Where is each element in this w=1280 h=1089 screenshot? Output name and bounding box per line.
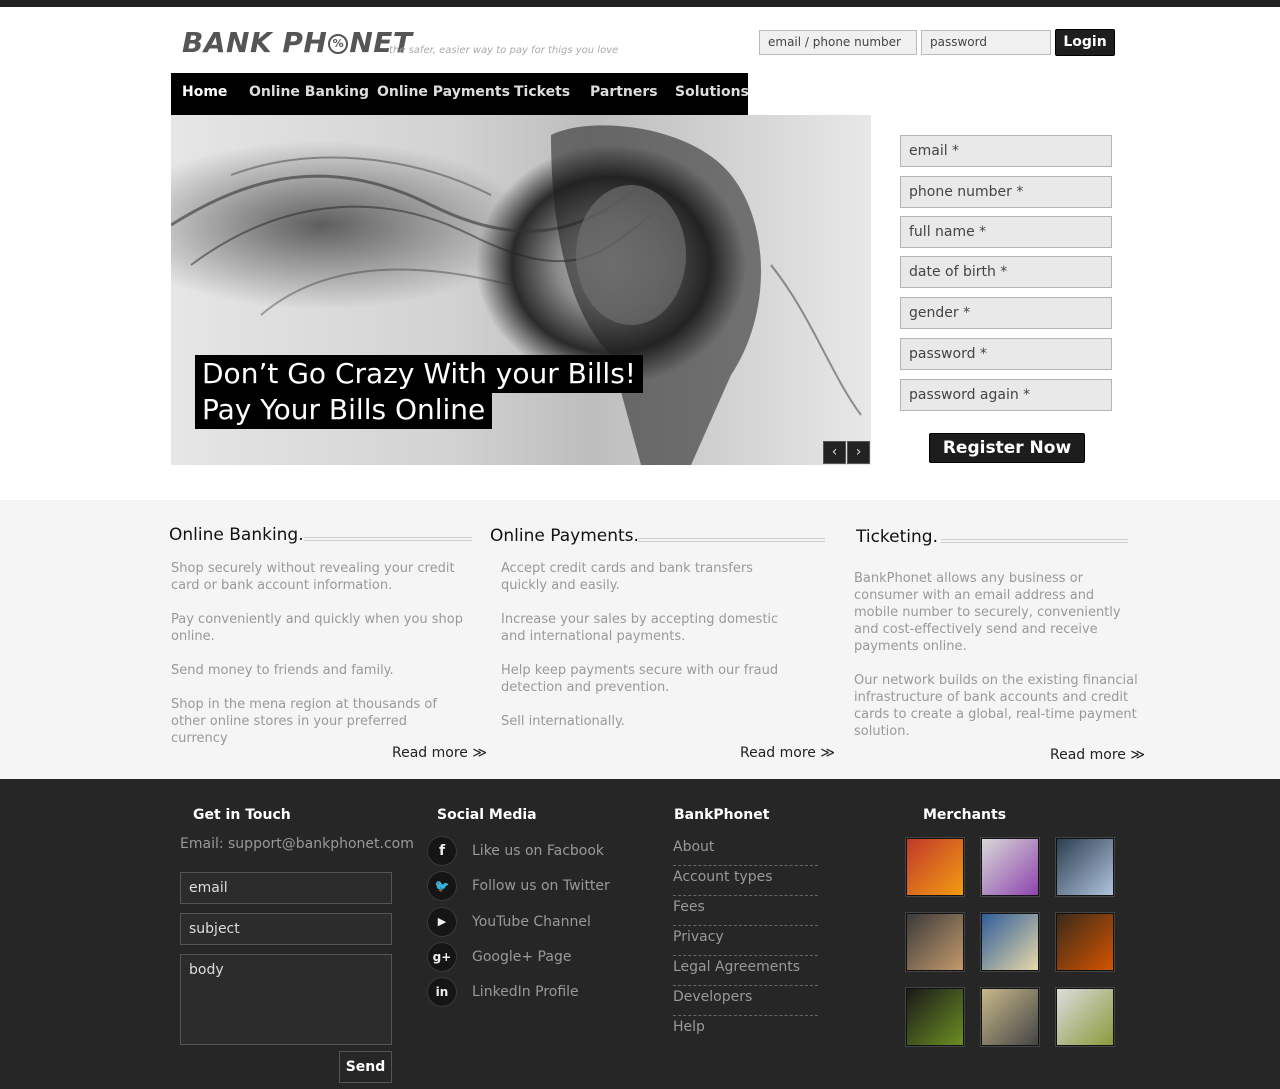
register-fullname-field[interactable]: full name * xyxy=(900,216,1112,248)
feature-paragraph: Our network builds on the existing finan… xyxy=(854,673,1138,739)
main-nav: Home Online Banking Online Payments Tick… xyxy=(171,73,749,115)
merchant-thumbnail[interactable] xyxy=(981,913,1039,971)
logo-text-start: BANK PH xyxy=(182,26,328,59)
footer-link-legal-agreements[interactable]: Legal Agreements xyxy=(673,956,818,986)
nav-item-online-banking[interactable]: Online Banking xyxy=(249,84,369,100)
feature-paragraph: Shop securely without revealing your cre… xyxy=(171,561,455,593)
social-label: LinkedIn Profile xyxy=(472,984,579,1000)
top-bar xyxy=(0,0,1280,7)
social-item-googleplus[interactable]: g+ Google+ Page xyxy=(427,942,571,972)
read-more-ticketing-link[interactable]: Read more ≫ xyxy=(1050,747,1145,763)
social-item-youtube[interactable]: ▶ YouTube Channel xyxy=(427,907,591,937)
merchant-thumbnail[interactable] xyxy=(981,838,1039,896)
contact-body-field[interactable]: body xyxy=(180,954,392,1045)
social-label: Google+ Page xyxy=(472,949,572,965)
merchant-thumbnail[interactable] xyxy=(1056,913,1114,971)
feature-paragraph: Accept credit cards and bank transfers q… xyxy=(501,561,753,593)
register-password-field[interactable]: password * xyxy=(900,338,1112,370)
feature-title-ticketing: Ticketing. xyxy=(856,527,938,547)
googleplus-icon: g+ xyxy=(427,942,457,972)
register-gender-field[interactable]: gender * xyxy=(900,297,1112,329)
twitter-icon: 🐦 xyxy=(427,871,457,901)
feature-text-banking: Shop securely without revealing your cre… xyxy=(171,560,466,764)
feature-paragraph: Increase your sales by accepting domesti… xyxy=(501,612,779,644)
slider-next-button[interactable]: › xyxy=(847,441,870,464)
register-email-field[interactable]: email * xyxy=(900,135,1112,167)
linkedin-icon: in xyxy=(427,977,457,1007)
feature-text-payments: Accept credit cards and bank transfers q… xyxy=(501,560,801,747)
footer-company-title: BankPhonet xyxy=(674,807,770,823)
social-item-facebook[interactable]: f Like us on Facbook xyxy=(427,836,604,866)
feature-divider xyxy=(941,539,1128,543)
feature-paragraph: Sell internationally. xyxy=(501,714,625,729)
footer-contact-title: Get in Touch xyxy=(193,807,291,823)
contact-subject-field[interactable]: subject xyxy=(180,913,392,945)
feature-paragraph: Send money to friends and family. xyxy=(171,663,394,678)
merchant-thumbnail[interactable] xyxy=(906,988,964,1046)
logo[interactable]: BANK PH% NET xyxy=(182,26,413,59)
nav-item-solutions[interactable]: Solutions xyxy=(675,84,749,100)
footer-link-fees[interactable]: Fees xyxy=(673,896,818,926)
tagline: the safer, easier way to pay for thigs y… xyxy=(389,45,619,56)
contact-send-button[interactable]: Send xyxy=(339,1051,392,1083)
feature-text-ticketing: BankPhonet allows any business or consum… xyxy=(854,570,1139,757)
hero-caption-line2: Pay Your Bills Online xyxy=(195,391,493,429)
footer-social-title: Social Media xyxy=(437,807,537,823)
contact-email-field[interactable]: email xyxy=(180,872,392,904)
feature-paragraph: Pay conveniently and quickly when you sh… xyxy=(171,612,463,644)
footer-link-account-types[interactable]: Account types xyxy=(673,866,818,896)
feature-paragraph: Help keep payments secure with our fraud… xyxy=(501,663,779,695)
nav-item-online-payments[interactable]: Online Payments xyxy=(377,84,510,100)
social-label: YouTube Channel xyxy=(472,914,591,930)
footer-link-privacy[interactable]: Privacy xyxy=(673,926,818,956)
merchant-thumbnail[interactable] xyxy=(981,988,1039,1046)
feature-paragraph: Shop in the mena region at thousands of … xyxy=(171,697,437,746)
social-item-linkedin[interactable]: in LinkedIn Profile xyxy=(427,977,579,1007)
login-email-input[interactable]: email / phone number xyxy=(759,30,917,55)
login-password-input[interactable]: password xyxy=(921,30,1051,55)
nav-item-partners[interactable]: Partners xyxy=(590,84,658,100)
footer: Get in Touch Email: support@bankphonet.c… xyxy=(0,779,1280,1089)
contact-email-text[interactable]: Email: support@bankphonet.com xyxy=(180,836,414,852)
feature-title-payments: Online Payments. xyxy=(490,526,639,546)
merchant-thumbnail[interactable] xyxy=(906,913,964,971)
feature-divider xyxy=(638,538,825,542)
register-password-again-field[interactable]: password again * xyxy=(900,379,1112,411)
slider-prev-button[interactable]: ‹ xyxy=(823,441,846,464)
nav-item-home[interactable]: Home xyxy=(182,84,227,100)
footer-link-help[interactable]: Help xyxy=(673,1016,818,1046)
feature-divider xyxy=(304,537,472,541)
social-label: Follow us on Twitter xyxy=(472,878,610,894)
feature-paragraph: BankPhonet allows any business or consum… xyxy=(854,571,1121,654)
merchant-thumbnail[interactable] xyxy=(1056,988,1114,1046)
hero-slider: Don’t Go Crazy With your Bills! Pay Your… xyxy=(171,115,871,465)
footer-link-developers[interactable]: Developers xyxy=(673,986,818,1016)
read-more-payments-link[interactable]: Read more ≫ xyxy=(740,745,835,761)
login-button[interactable]: Login xyxy=(1055,29,1115,56)
merchant-thumbnail[interactable] xyxy=(906,838,964,896)
merchant-thumbnail[interactable] xyxy=(1056,838,1114,896)
feature-title-banking: Online Banking. xyxy=(169,525,304,545)
nav-item-tickets[interactable]: Tickets xyxy=(514,84,570,100)
register-dob-field[interactable]: date of birth * xyxy=(900,256,1112,288)
footer-merchants-title: Merchants xyxy=(923,807,1007,823)
logo-percent-icon: % xyxy=(328,34,349,54)
facebook-icon: f xyxy=(427,836,457,866)
youtube-icon: ▶ xyxy=(427,907,457,937)
social-item-twitter[interactable]: 🐦 Follow us on Twitter xyxy=(427,871,610,901)
footer-link-about[interactable]: About xyxy=(673,836,818,866)
register-now-button[interactable]: Register Now xyxy=(929,433,1085,463)
features-section: Online Banking. Shop securely without re… xyxy=(0,500,1280,779)
read-more-banking-link[interactable]: Read more ≫ xyxy=(392,745,487,761)
hero-caption-line1: Don’t Go Crazy With your Bills! xyxy=(195,355,644,393)
register-phone-field[interactable]: phone number * xyxy=(900,176,1112,208)
social-label: Like us on Facbook xyxy=(472,843,605,859)
